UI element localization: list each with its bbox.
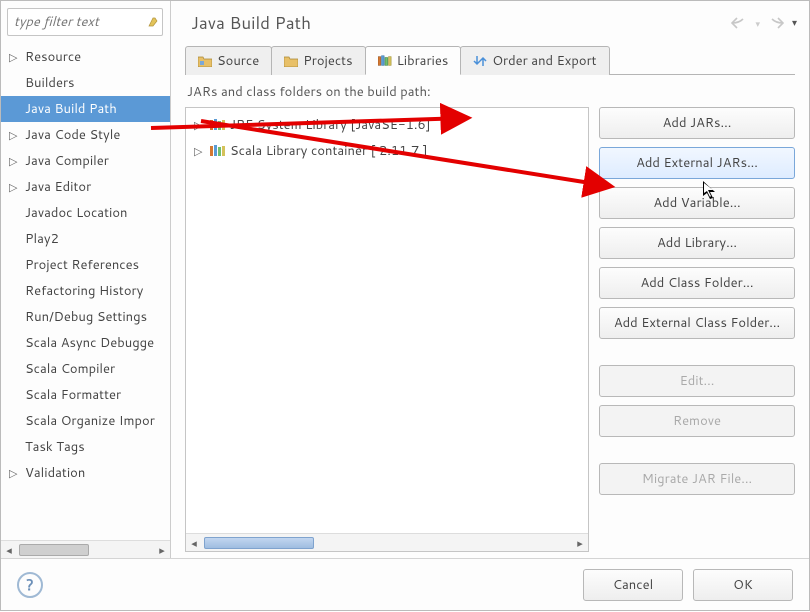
tree-label: Run/Debug Settings	[21, 308, 147, 326]
add-library-button[interactable]: Add Library...	[599, 227, 795, 259]
sidebar-item-scala-formatter[interactable]: Scala Formatter	[1, 382, 170, 408]
tree-label: Validation	[21, 464, 85, 482]
library-label: JRE System Library [JavaSE-1.6]	[230, 116, 431, 134]
add-jars-button[interactable]: Add JARs...	[599, 107, 795, 139]
sidebar-item-refactoring-history[interactable]: Refactoring History	[1, 278, 170, 304]
remove-button: Remove	[599, 405, 795, 437]
migrate-jar-file-button: Migrate JAR File...	[599, 463, 795, 495]
library-label: Scala Library container [ 2.11.7 ]	[230, 142, 428, 160]
library-item[interactable]: ▷ JRE System Library [JavaSE-1.6]	[188, 112, 586, 138]
tree-label: Resource	[21, 48, 81, 66]
sidebar-item-java-compiler[interactable]: ▷Java Compiler	[1, 148, 170, 174]
tree-label: Java Compiler	[21, 152, 109, 170]
view-menu-icon[interactable]: ▾	[792, 16, 797, 30]
filter-text-input[interactable]	[7, 8, 163, 36]
back-icon[interactable]	[731, 16, 747, 30]
sidebar-item-play2[interactable]: Play2	[1, 226, 170, 252]
tree-label: Builders	[21, 74, 75, 92]
sidebar-item-scala-compiler[interactable]: Scala Compiler	[1, 356, 170, 382]
scroll-left-icon[interactable]: ◂	[186, 535, 202, 551]
tab-label: Projects	[303, 52, 352, 70]
tab-label: Source	[217, 52, 259, 70]
cancel-button[interactable]: Cancel	[583, 569, 683, 601]
edit-button: Edit...	[599, 365, 795, 397]
tree-label: Java Build Path	[21, 100, 117, 118]
tree-label: Project References	[21, 256, 139, 274]
expand-icon[interactable]: ▷	[194, 117, 206, 133]
tree-label: Refactoring History	[21, 282, 143, 300]
clear-filter-icon[interactable]	[146, 15, 160, 29]
add-external-class-folder-button[interactable]: Add External Class Folder...	[599, 307, 795, 339]
tree-label: Java Editor	[21, 178, 91, 196]
scroll-thumb[interactable]	[19, 544, 89, 556]
sidebar-item-java-editor[interactable]: ▷Java Editor	[1, 174, 170, 200]
scroll-right-icon[interactable]: ▸	[154, 542, 170, 558]
tab-order-export[interactable]: Order and Export	[460, 46, 609, 75]
sidebar-item-java-code-style[interactable]: ▷Java Code Style	[1, 122, 170, 148]
libraries-icon	[378, 54, 392, 68]
scroll-thumb[interactable]	[204, 537, 314, 549]
build-path-hint: JARs and class folders on the build path…	[185, 75, 795, 107]
tree-label: Java Code Style	[21, 126, 120, 144]
tab-projects[interactable]: Projects	[271, 46, 365, 75]
build-path-tabs: Source Projects Libraries Order and Expo…	[185, 45, 795, 75]
library-item[interactable]: ▷ Scala Library container [ 2.11.7 ]	[188, 138, 586, 164]
back-menu-icon[interactable]: ▾	[755, 17, 760, 30]
scroll-right-icon[interactable]: ▸	[572, 535, 588, 551]
library-container-icon	[210, 144, 226, 158]
sidebar-item-resource[interactable]: ▷Resource	[1, 44, 170, 70]
library-container-icon	[210, 118, 226, 132]
help-icon[interactable]: ?	[17, 572, 43, 598]
sidebar-item-run-debug-settings[interactable]: Run/Debug Settings	[1, 304, 170, 330]
scroll-left-icon[interactable]: ◂	[1, 542, 17, 558]
add-variable-button[interactable]: Add Variable...	[599, 187, 795, 219]
page-title: Java Build Path	[191, 11, 311, 35]
tree-label: Scala Compiler	[21, 360, 115, 378]
tree-label: Scala Organize Impor	[21, 412, 155, 430]
scroll-track[interactable]	[17, 543, 154, 557]
tree-label: Task Tags	[21, 438, 85, 456]
add-external-jars-button[interactable]: Add External JARs...	[599, 147, 795, 179]
sidebar-item-scala-async-debugger[interactable]: Scala Async Debugge	[1, 330, 170, 356]
sidebar-item-task-tags[interactable]: Task Tags	[1, 434, 170, 460]
sidebar-item-builders[interactable]: Builders	[1, 70, 170, 96]
sidebar-item-scala-organize-imports[interactable]: Scala Organize Impor	[1, 408, 170, 434]
projects-icon	[284, 54, 298, 68]
add-class-folder-button[interactable]: Add Class Folder...	[599, 267, 795, 299]
forward-icon[interactable]	[768, 16, 784, 30]
order-export-icon	[473, 54, 487, 68]
sidebar-item-java-build-path[interactable]: Java Build Path	[1, 96, 170, 122]
tree-label: Javadoc Location	[21, 204, 127, 222]
tab-label: Order and Export	[492, 52, 596, 70]
property-tree[interactable]: ▷Resource Builders Java Build Path ▷Java…	[1, 42, 170, 540]
libraries-horizontal-scrollbar[interactable]: ◂ ▸	[186, 533, 588, 551]
scroll-track[interactable]	[202, 536, 572, 550]
filter-input-field[interactable]	[14, 13, 146, 31]
sidebar-item-javadoc-location[interactable]: Javadoc Location	[1, 200, 170, 226]
tab-label: Libraries	[397, 52, 449, 70]
tree-label: Scala Formatter	[21, 386, 121, 404]
tree-label: Scala Async Debugge	[21, 334, 154, 352]
ok-button[interactable]: OK	[693, 569, 793, 601]
libraries-list[interactable]: ▷ JRE System Library [JavaSE-1.6] ▷ Scal…	[185, 107, 589, 552]
tree-label: Play2	[21, 230, 59, 248]
tab-libraries[interactable]: Libraries	[365, 46, 462, 75]
sidebar-horizontal-scrollbar[interactable]: ◂ ▸	[1, 540, 170, 558]
sidebar-item-project-references[interactable]: Project References	[1, 252, 170, 278]
source-folder-icon	[198, 54, 212, 68]
tab-source[interactable]: Source	[185, 46, 272, 75]
sidebar-item-validation[interactable]: ▷Validation	[1, 460, 170, 486]
expand-icon[interactable]: ▷	[194, 143, 206, 159]
